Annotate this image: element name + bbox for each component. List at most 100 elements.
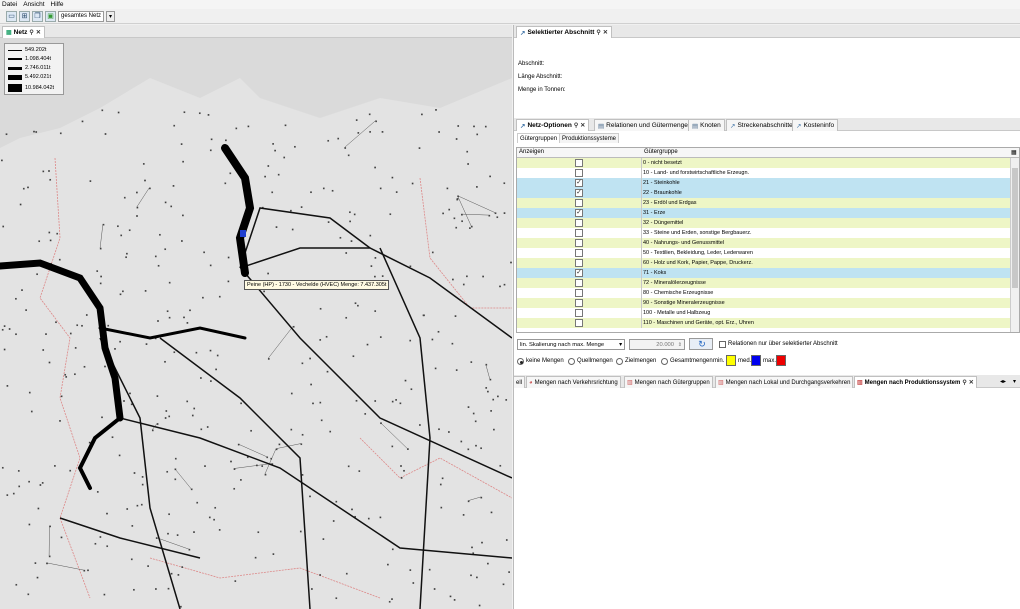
header-guetergruppe[interactable]: Gütergruppe <box>644 149 678 155</box>
show-checkbox[interactable] <box>575 279 583 287</box>
radio-zielmengen[interactable] <box>616 358 623 365</box>
column-settings-icon[interactable]: ▦ <box>1011 149 1017 156</box>
close-icon[interactable]: ✕ <box>603 29 608 36</box>
scaling-select[interactable]: lin. Skalierung nach max. Menge ▾ <box>517 339 625 350</box>
refresh-button[interactable]: ↻ <box>689 338 713 350</box>
show-checkbox[interactable] <box>575 309 583 317</box>
tab-selected-section-label: Selektierter Abschnitt <box>527 29 595 36</box>
table-row[interactable]: 110 - Maschinen und Geräte, opt. Erz., U… <box>517 318 1011 328</box>
subtab-produktionssysteme[interactable]: Produktionssysteme <box>559 133 620 143</box>
header-anzeigen[interactable]: Anzeigen <box>519 149 544 155</box>
tab-relationen[interactable]: ▤ Relationen und Gütermengen <box>594 119 696 131</box>
pin-icon[interactable]: ⚲ <box>962 379 966 386</box>
show-checkbox[interactable] <box>575 299 583 307</box>
radio-keine-mengen[interactable] <box>517 358 524 365</box>
scaling-value-input[interactable]: 20.000 ⇕ <box>629 339 685 350</box>
tab-guetergruppen[interactable]: ▥ Mengen nach Gütergruppen <box>624 376 713 388</box>
subtab-guetergruppen[interactable]: Gütergruppen <box>517 133 561 143</box>
goods-group-cell: 80 - Chemische Erzeugnisse <box>642 288 1011 298</box>
section-icon: ↗ <box>730 122 736 130</box>
tab-lokal-durchgang[interactable]: ▥ Mengen nach Lokal und Durchgangsverkeh… <box>715 376 854 388</box>
tab-overflow-left[interactable]: ell <box>514 376 526 388</box>
max-color-swatch[interactable] <box>776 355 786 366</box>
close-icon[interactable]: ✕ <box>580 122 585 129</box>
table-row[interactable]: ✓ 22 - Braunkohle <box>517 188 1011 198</box>
map-canvas[interactable] <box>0 38 512 609</box>
table-row[interactable]: 80 - Chemische Erzeugnisse <box>517 288 1011 298</box>
export-icon[interactable]: ▣ <box>45 10 56 22</box>
section-icon: ↗ <box>796 122 802 130</box>
window-icon[interactable]: ▭ <box>6 10 17 22</box>
show-checkbox[interactable]: ✓ <box>575 179 583 187</box>
show-checkbox[interactable] <box>575 199 583 207</box>
show-checkbox[interactable] <box>575 219 583 227</box>
show-checkbox[interactable] <box>575 289 583 297</box>
tab-produktionssystem[interactable]: ▥ Mengen nach Produktionssystem ⚲ ✕ <box>854 376 977 388</box>
goods-group-cell: 90 - Sonstige Mineralerzeugnisse <box>642 298 1011 308</box>
med-color-swatch[interactable] <box>751 355 761 366</box>
menu-ansicht[interactable]: Ansicht <box>23 1 44 8</box>
show-checkbox[interactable] <box>575 229 583 237</box>
table-row[interactable]: 90 - Sonstige Mineralerzeugnisse <box>517 298 1011 308</box>
map-tabbar: ▦ Netz ⚲ ✕ <box>0 25 512 38</box>
menu-datei[interactable]: Datei <box>2 1 17 8</box>
relations-checkbox[interactable] <box>719 341 726 348</box>
table-row[interactable]: 32 - Düngemittel <box>517 218 1011 228</box>
anzeigen-cell <box>517 238 642 248</box>
show-checkbox[interactable]: ✓ <box>575 189 583 197</box>
table-row[interactable]: 40 - Nahrungs- und Genussmittel <box>517 238 1011 248</box>
radio-gesamtmengen[interactable] <box>661 358 668 365</box>
radio-quellmengen[interactable] <box>568 358 575 365</box>
table-row[interactable]: ✓ 71 - Koks <box>517 268 1011 278</box>
min-color-swatch[interactable] <box>726 355 736 366</box>
tab-list-icon[interactable]: ▾ <box>1013 378 1016 385</box>
goods-group-cell: 40 - Nahrungs- und Genussmittel <box>642 238 1011 248</box>
scrollbar-thumb[interactable] <box>1012 168 1018 288</box>
show-checkbox[interactable] <box>575 159 583 167</box>
chart-tabbar: ell ◕ Mengen nach Verkehrsrichtung ▥ Men… <box>514 375 1020 388</box>
show-checkbox[interactable]: ✓ <box>575 269 583 277</box>
label-laenge: Länge Abschnitt: <box>518 74 563 80</box>
tab-kosteninfo[interactable]: ↗ Kosteninfo <box>792 119 839 131</box>
tab-streckenabschnitte[interactable]: ↗ Streckenabschnitte <box>726 119 797 131</box>
tab-knoten[interactable]: ▤ Knoten <box>688 119 725 131</box>
network-map[interactable]: 549.202t 1.098.404t 2.746.011t 5.492.021… <box>0 38 512 609</box>
tab-scroll-icon[interactable]: ◂▸ <box>1000 378 1006 385</box>
show-checkbox[interactable] <box>575 259 583 267</box>
close-icon[interactable]: ✕ <box>969 379 974 386</box>
show-checkbox[interactable] <box>575 249 583 257</box>
pin-icon[interactable]: ⚲ <box>29 29 33 36</box>
close-icon[interactable]: ✕ <box>36 29 41 36</box>
show-checkbox[interactable] <box>575 169 583 177</box>
table-row[interactable]: ✓ 21 - Steinkohle <box>517 178 1011 188</box>
table-row[interactable]: 50 - Textilien, Bekleidung, Leder, Leder… <box>517 248 1011 258</box>
chevron-down-icon[interactable]: ▾ <box>106 10 116 22</box>
bar-chart-icon: ▥ <box>857 380 863 386</box>
table-row[interactable]: 100 - Metalle und Halbzeug <box>517 308 1011 318</box>
tab-verkehrsrichtung[interactable]: ◕ Mengen nach Verkehrsrichtung <box>526 376 621 388</box>
table-row[interactable]: 72 - Mineralölerzeugnisse <box>517 278 1011 288</box>
table-row[interactable]: 10 - Land- und forstwirtschaftliche Erze… <box>517 168 1011 178</box>
anzeigen-cell <box>517 198 642 208</box>
tab-netz[interactable]: ▦ Netz ⚲ ✕ <box>2 26 45 38</box>
menu-hilfe[interactable]: Hilfe <box>51 1 64 8</box>
copy-icon[interactable]: ❐ <box>32 10 43 22</box>
pin-icon[interactable]: ⚲ <box>574 122 578 129</box>
tab-netz-label: Netz <box>13 29 28 36</box>
show-checkbox[interactable]: ✓ <box>575 209 583 217</box>
table-row[interactable]: 23 - Erdöl und Erdgas <box>517 198 1011 208</box>
show-checkbox[interactable] <box>575 319 583 327</box>
table-row[interactable]: 33 - Steine und Erden, sonstige Bergbaue… <box>517 228 1011 238</box>
tab-selected-section[interactable]: ↗ Selektierter Abschnitt ⚲ ✕ <box>516 26 612 38</box>
grid-icon[interactable]: ⊞ <box>19 10 30 22</box>
network-select[interactable]: gesamtes Netz <box>58 10 105 22</box>
tab-netz-optionen[interactable]: ↗ Netz-Optionen ⚲ ✕ <box>516 119 590 131</box>
table-row[interactable]: 60 - Holz und Kork, Papier, Pappe, Druck… <box>517 258 1011 268</box>
spinner-icon[interactable]: ⇕ <box>678 340 682 350</box>
table-row[interactable]: ✓ 31 - Erze <box>517 208 1011 218</box>
table-row[interactable]: 0 - nicht besetzt <box>517 158 1011 168</box>
selected-section-marker[interactable] <box>240 230 246 237</box>
pin-icon[interactable]: ⚲ <box>596 29 600 36</box>
table-scrollbar[interactable] <box>1010 158 1019 332</box>
show-checkbox[interactable] <box>575 239 583 247</box>
